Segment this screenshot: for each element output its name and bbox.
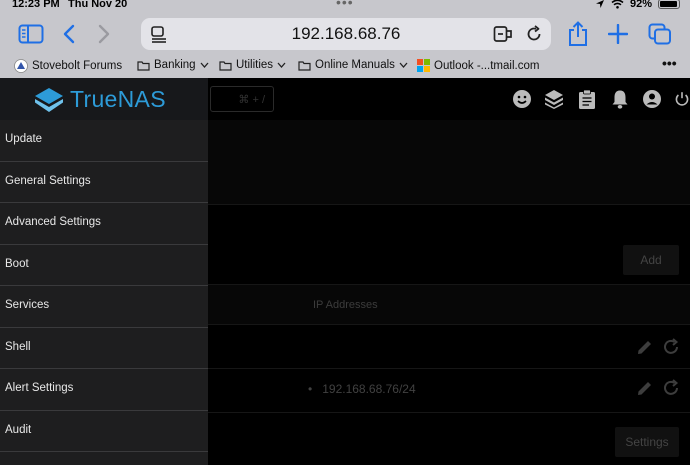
status-indicators: 92% xyxy=(595,0,680,10)
smiley-icon xyxy=(513,90,531,108)
back-button[interactable] xyxy=(60,23,78,45)
screen: 12:23 PM Thu Nov 20 ••• 92% 192.168.68.7… xyxy=(0,0,690,465)
chevron-down-icon xyxy=(399,62,408,68)
bookmark-label: Stovebolt Forums xyxy=(32,60,123,72)
brand-name: TrueNAS xyxy=(70,86,166,112)
settings-button[interactable]: Settings xyxy=(615,427,679,457)
site-favicon-icon xyxy=(14,59,28,73)
wifi-icon xyxy=(611,0,624,9)
plus-icon xyxy=(608,24,628,44)
refresh-icon[interactable] xyxy=(662,338,680,356)
content-band xyxy=(208,284,690,324)
reload-icon[interactable] xyxy=(525,25,543,43)
sidebar-item-label: Shell xyxy=(5,340,31,353)
sidebar-item-label: Services xyxy=(5,299,50,311)
bookmark-label: Utilities xyxy=(236,59,274,71)
sidebar-item-label: Alert Settings xyxy=(5,382,74,394)
forward-button[interactable] xyxy=(95,23,113,45)
sidebar-item-general-settings[interactable]: General Settings xyxy=(0,162,208,203)
edit-icon[interactable] xyxy=(636,338,654,356)
content-band xyxy=(208,120,690,204)
sidebar: Update General Settings Advanced Setting… xyxy=(0,120,208,465)
multitasking-dots-icon[interactable]: ••• xyxy=(336,0,354,10)
divider xyxy=(208,412,690,413)
battery-percent: 92% xyxy=(629,0,652,10)
sidebar-item-label: Advanced Settings xyxy=(5,216,101,228)
bookmark-outlook[interactable]: Outlook -...tmail.com xyxy=(417,59,539,72)
sidebar-item-services[interactable]: Services xyxy=(0,286,208,328)
bookmark-folder-banking[interactable]: Banking xyxy=(137,59,209,71)
bookmarks-bar: Stovebolt Forums Banking Utilities Onlin… xyxy=(0,55,690,76)
sidebar-item-boot[interactable]: Boot xyxy=(0,245,208,286)
status-date: Thu Nov 20 xyxy=(68,0,128,10)
column-header-ip-addresses: IP Addresses xyxy=(313,299,378,311)
sidebar-item-label: General Settings xyxy=(5,174,91,187)
bookmark-label: Outlook -...tmail.com xyxy=(434,59,540,72)
chevron-right-icon xyxy=(98,24,110,44)
bell-icon xyxy=(612,90,628,109)
ip-address-item: • 192.168.68.76/24 xyxy=(308,382,416,396)
sidebar-item-label: Boot xyxy=(5,257,29,270)
ip-address-text: 192.168.68.76/24 xyxy=(322,382,416,396)
clipboard-icon xyxy=(579,89,595,109)
status-time: 12:23 PM xyxy=(12,0,60,10)
folder-icon xyxy=(219,60,232,71)
share-button[interactable] xyxy=(566,20,590,48)
bookmarks-more-button[interactable]: ••• xyxy=(662,55,677,71)
sidebar-item-advanced-settings[interactable]: Advanced Settings xyxy=(0,203,208,245)
chevron-left-icon xyxy=(63,24,75,44)
edit-icon[interactable] xyxy=(636,379,654,397)
notifications-button[interactable] xyxy=(610,89,630,109)
bookmark-label: Online Manuals xyxy=(315,59,395,71)
folder-icon xyxy=(137,60,150,71)
sidebar-item-label: Audit xyxy=(5,423,32,436)
bookmark-folder-online-manuals[interactable]: Online Manuals xyxy=(298,59,408,71)
divider xyxy=(208,204,690,205)
truecommand-button[interactable] xyxy=(544,89,564,109)
account-button[interactable] xyxy=(642,89,662,109)
share-icon xyxy=(569,21,587,46)
bullet: • xyxy=(308,382,313,396)
sidebar-icon xyxy=(18,24,44,44)
status-bar: 12:23 PM Thu Nov 20 ••• 92% xyxy=(0,0,690,12)
safari-chrome: 12:23 PM Thu Nov 20 ••• 92% 192.168.68.7… xyxy=(0,0,690,78)
sidebar-item-audit[interactable]: Audit xyxy=(0,411,208,452)
account-circle-icon xyxy=(643,90,661,108)
sidebar-item-update[interactable]: Update xyxy=(0,120,208,162)
extension-icon[interactable] xyxy=(493,25,513,43)
refresh-icon[interactable] xyxy=(662,379,680,397)
jobs-button[interactable] xyxy=(577,89,597,109)
power-button[interactable] xyxy=(674,89,690,109)
sidebar-item-shell[interactable]: Shell xyxy=(0,328,208,369)
add-button[interactable]: Add xyxy=(623,245,679,275)
divider xyxy=(208,368,690,369)
divider xyxy=(208,324,690,325)
chevron-down-icon xyxy=(200,62,209,68)
sidebar-item-label: Update xyxy=(5,133,43,145)
divider xyxy=(208,284,690,285)
battery-icon xyxy=(658,0,680,9)
search-input[interactable]: ⌘ + / xyxy=(210,86,274,112)
location-icon xyxy=(595,0,604,8)
bookmark-label: Banking xyxy=(154,59,196,71)
main-content xyxy=(208,120,690,465)
address-bar[interactable]: 192.168.68.76 xyxy=(141,18,551,50)
chevron-down-icon xyxy=(277,62,286,68)
url-text: 192.168.68.76 xyxy=(291,24,401,43)
sidebar-toggle-button[interactable] xyxy=(18,23,44,45)
tabs-overview-button[interactable] xyxy=(647,22,673,46)
microsoft-logo-icon xyxy=(417,59,430,72)
truenas-logo-icon xyxy=(35,88,63,112)
brand-logo[interactable]: TrueNAS xyxy=(0,78,208,120)
bookmark-stovebolt-forums[interactable]: Stovebolt Forums xyxy=(14,59,122,73)
cube-icon xyxy=(545,90,563,109)
sidebar-item-alert-settings[interactable]: Alert Settings xyxy=(0,369,208,411)
folder-icon xyxy=(298,60,311,71)
new-tab-button[interactable] xyxy=(606,22,630,46)
bookmark-folder-utilities[interactable]: Utilities xyxy=(219,59,286,71)
feedback-button[interactable] xyxy=(512,89,532,109)
power-icon xyxy=(675,92,689,106)
tabs-icon xyxy=(648,23,671,45)
